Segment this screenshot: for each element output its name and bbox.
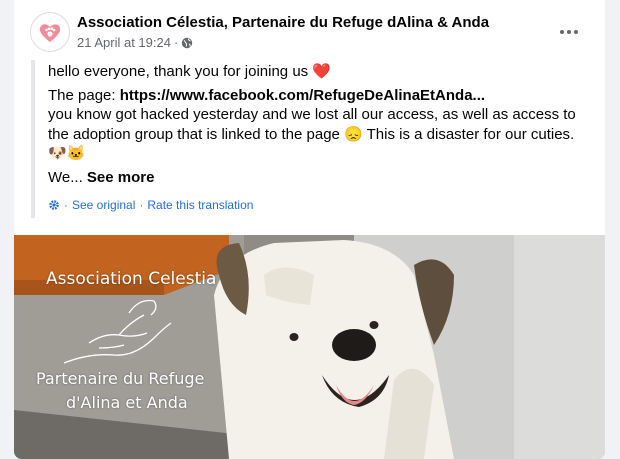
post-photo[interactable]: Association Celestia Partenaire du Refug… — [14, 235, 605, 459]
page-name-link[interactable]: Association Célestia, Partenaire du Refu… — [77, 14, 489, 31]
watermark-title: Association Celestia — [46, 269, 217, 289]
post-text: hello everyone, thank you for joining us… — [48, 62, 588, 187]
globe-icon[interactable] — [181, 37, 193, 49]
text-line-3: you know got hacked yesterday and we los… — [48, 106, 576, 123]
more-options-icon — [560, 30, 564, 34]
translation-separator-1: · — [64, 198, 68, 212]
post-card: Association Célestia, Partenaire du Refu… — [14, 0, 605, 459]
animal-emojis: 🐶🐱 — [48, 145, 86, 162]
gear-icon — [49, 200, 59, 210]
sad-emoji: 😞 — [344, 125, 363, 143]
translation-row: · See original · Rate this translation — [48, 198, 253, 212]
translation-quote-bar — [31, 60, 35, 218]
meta-separator: · — [173, 35, 179, 50]
post-header: Association Célestia, Partenaire du Refu… — [14, 0, 605, 56]
see-original-link[interactable]: See original — [72, 198, 135, 212]
text-line-1: hello everyone, thank you for joining us… — [48, 63, 332, 80]
text-line-2: The page: https://www.facebook.com/Refug… — [48, 86, 486, 104]
rate-translation-link[interactable]: Rate this translation — [147, 198, 253, 212]
watermark-line-3: d'Alina et Anda — [66, 393, 188, 412]
heart-paw-logo-icon — [39, 24, 61, 42]
timestamp-link[interactable]: 21 April at 19:24 — [77, 35, 171, 50]
watermark-hands-icon — [63, 299, 172, 364]
avatar[interactable] — [30, 12, 70, 52]
watermark-line-2: Partenaire du Refuge — [36, 369, 205, 388]
heart-emoji: ❤️ — [312, 63, 332, 80]
post-meta: 21 April at 19:24 · — [77, 35, 193, 50]
more-options-button[interactable] — [551, 20, 587, 44]
page-url-link[interactable]: https://www.facebook.com/RefugeDeAlinaEt… — [120, 87, 485, 104]
see-more-button[interactable]: See more — [87, 169, 155, 186]
text-line-6: We... See more — [48, 168, 155, 186]
translation-separator-2: · — [139, 198, 144, 212]
text-line-4: the adoption group that is linked to the… — [48, 125, 575, 143]
